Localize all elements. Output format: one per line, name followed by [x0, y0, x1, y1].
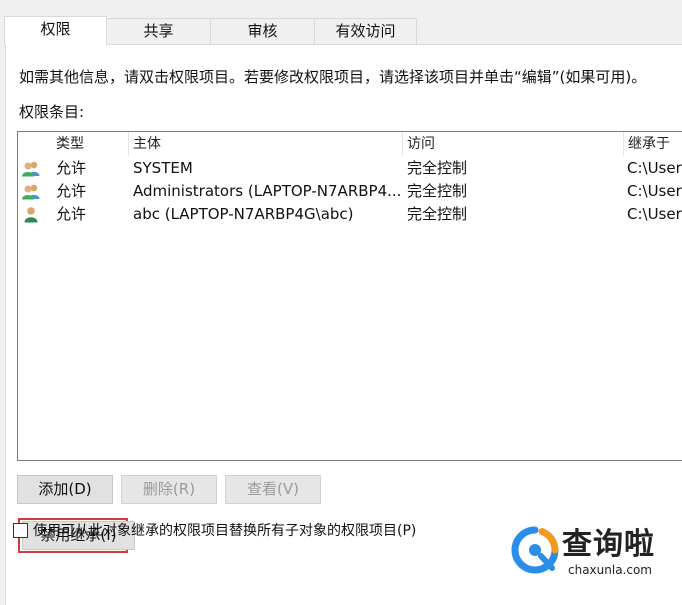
permission-entries-label: 权限条目:: [19, 103, 85, 121]
info-text: 如需其他信息，请双击权限项目。若要修改权限项目，请选择该项目并单击“编辑”(如果…: [19, 68, 647, 86]
replace-child-permissions-label[interactable]: 使用可从此对象继承的权限项目替换所有子对象的权限项目(P): [33, 520, 416, 540]
watermark-name: 查询啦: [562, 527, 655, 562]
row-inherited-from: C:\Users: [627, 159, 682, 177]
row-type: 允许: [56, 182, 87, 200]
row-access: 完全控制: [407, 159, 468, 177]
table-row[interactable]: 允许 SYSTEM 完全控制 C:\Users: [18, 157, 682, 180]
row-access: 完全控制: [407, 182, 468, 200]
tab-auditing[interactable]: 审核: [210, 18, 315, 44]
tab-effective-access[interactable]: 有效访问: [314, 18, 417, 44]
remove-button[interactable]: 删除(R): [121, 475, 217, 504]
column-header-inherited-from[interactable]: 继承于: [623, 132, 682, 156]
replace-child-permissions-checkbox[interactable]: [13, 523, 28, 538]
watermark-site: chaxunla.com: [568, 563, 652, 577]
add-button[interactable]: 添加(D): [17, 475, 113, 504]
column-header-type[interactable]: 类型: [51, 132, 129, 156]
table-row[interactable]: 允许 Administrators (LAPTOP-N7ARBP4... 完全控…: [18, 180, 682, 203]
group-user-icon: [22, 161, 40, 177]
row-principal: abc (LAPTOP-N7ARBP4G\abc): [133, 205, 354, 223]
row-type: 允许: [56, 205, 87, 223]
row-access: 完全控制: [407, 205, 468, 223]
tab-sharing[interactable]: 共享: [106, 18, 211, 44]
tab-strip: 权限 共享 审核 有效访问: [0, 0, 682, 45]
row-principal: SYSTEM: [133, 159, 193, 177]
row-type: 允许: [56, 159, 87, 177]
permission-entries-list[interactable]: 类型 主体 访问 继承于 允许 SYSTEM 完全控制 C:\Users: [17, 131, 682, 461]
view-button[interactable]: 查看(V): [225, 475, 321, 504]
row-principal: Administrators (LAPTOP-N7ARBP4...: [133, 182, 402, 200]
row-inherited-from: C:\Users: [627, 182, 682, 200]
single-user-icon: [24, 207, 38, 223]
group-user-icon: [22, 184, 40, 200]
permissions-dialog: 权限 共享 审核 有效访问 如需其他信息，请双击权限项目。若要修改权限项目，请选…: [0, 0, 682, 605]
column-header-access[interactable]: 访问: [402, 132, 624, 156]
tab-permissions[interactable]: 权限: [4, 16, 107, 45]
row-inherited-from: C:\Users: [627, 205, 682, 223]
table-row[interactable]: 允许 abc (LAPTOP-N7ARBP4G\abc) 完全控制 C:\Use…: [18, 203, 682, 226]
column-header-principal[interactable]: 主体: [128, 132, 403, 156]
